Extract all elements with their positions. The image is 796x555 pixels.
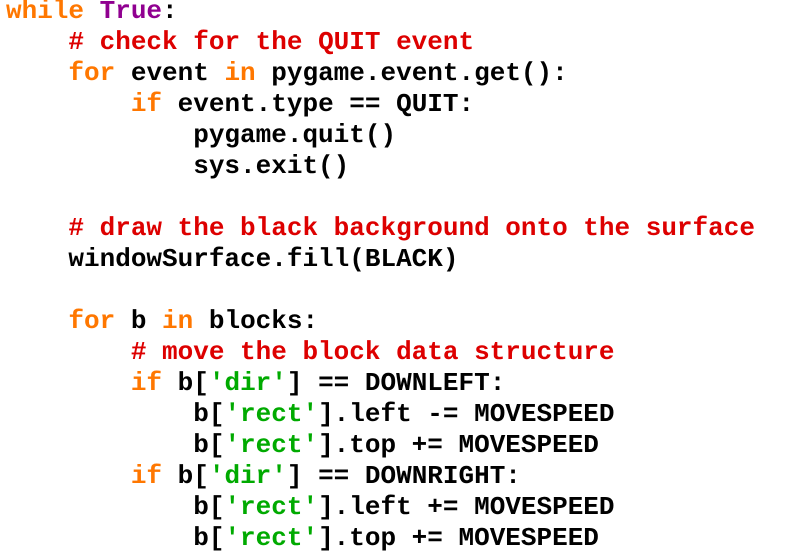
string-token: 'rect' <box>224 430 319 460</box>
keyword-token: if <box>130 368 163 398</box>
builtin-token: True <box>99 0 163 26</box>
code-token: windowSurface.fill(BLACK) <box>6 244 459 274</box>
code-token: blocks: <box>193 306 319 336</box>
code-line: if event.type == QUIT: <box>6 89 474 120</box>
string-token: 'dir' <box>208 368 287 398</box>
string-token: 'dir' <box>208 461 287 491</box>
code-line: # move the block data structure <box>6 337 615 368</box>
keyword-token: if <box>130 461 163 491</box>
code-line: for b in blocks: <box>6 306 318 337</box>
keyword-token: for <box>68 306 116 336</box>
code-line: if b['dir'] == DOWNLEFT: <box>6 368 505 399</box>
code-line: b['rect'].top += MOVESPEED <box>6 430 599 461</box>
keyword-token: for <box>68 58 116 88</box>
code-line: windowSurface.fill(BLACK) <box>6 244 458 275</box>
code-token: event.type == QUIT: <box>162 89 475 119</box>
string-token: 'rect' <box>224 492 319 522</box>
code-line: # check for the QUIT event <box>6 27 474 58</box>
keyword-token: if <box>130 89 163 119</box>
code-token: ].left += MOVESPEED <box>318 492 615 522</box>
code-line: for event in pygame.event.get(): <box>6 58 568 89</box>
code-line: # draw the black background onto the sur… <box>6 213 755 244</box>
keyword-token: while <box>6 0 85 26</box>
string-token: 'rect' <box>224 523 319 553</box>
code-token: ] == DOWNRIGHT: <box>286 461 521 491</box>
code-line: while True: <box>6 0 178 27</box>
code-token: event <box>115 58 225 88</box>
code-line: b['rect'].left -= MOVESPEED <box>6 399 615 430</box>
code-token: ].top += MOVESPEED <box>318 430 599 460</box>
code-line: b['rect'].top += MOVESPEED <box>6 523 599 554</box>
code-line: pygame.quit() <box>6 120 396 151</box>
comment-token: # draw the black background onto the sur… <box>68 213 755 243</box>
code-token: pygame.quit() <box>6 120 397 150</box>
string-token: 'rect' <box>224 399 319 429</box>
code-token: : <box>162 0 178 26</box>
code-token: b[ <box>6 399 225 429</box>
keyword-token: in <box>162 306 194 336</box>
code-line: if b['dir'] == DOWNRIGHT: <box>6 461 521 492</box>
code-token: b[ <box>6 523 225 553</box>
code-line: sys.exit() <box>6 151 349 182</box>
code-token: ] == DOWNLEFT: <box>286 368 506 398</box>
keyword-token: in <box>224 58 256 88</box>
code-token: ].left -= MOVESPEED <box>318 399 615 429</box>
code-token: sys.exit() <box>6 151 350 181</box>
code-line: b['rect'].left += MOVESPEED <box>6 492 615 523</box>
code-token: b[ <box>6 430 225 460</box>
code-token: b[ <box>6 492 225 522</box>
code-token: b[ <box>162 461 209 491</box>
comment-token: # check for the QUIT event <box>68 27 475 57</box>
code-token: pygame.event.get(): <box>255 58 568 88</box>
code-token: b[ <box>162 368 209 398</box>
code-token: ].top += MOVESPEED <box>318 523 599 553</box>
comment-token: # move the block data structure <box>130 337 615 367</box>
code-token: b <box>115 306 163 336</box>
code-listing: while True: # check for the QUIT event f… <box>0 0 796 555</box>
